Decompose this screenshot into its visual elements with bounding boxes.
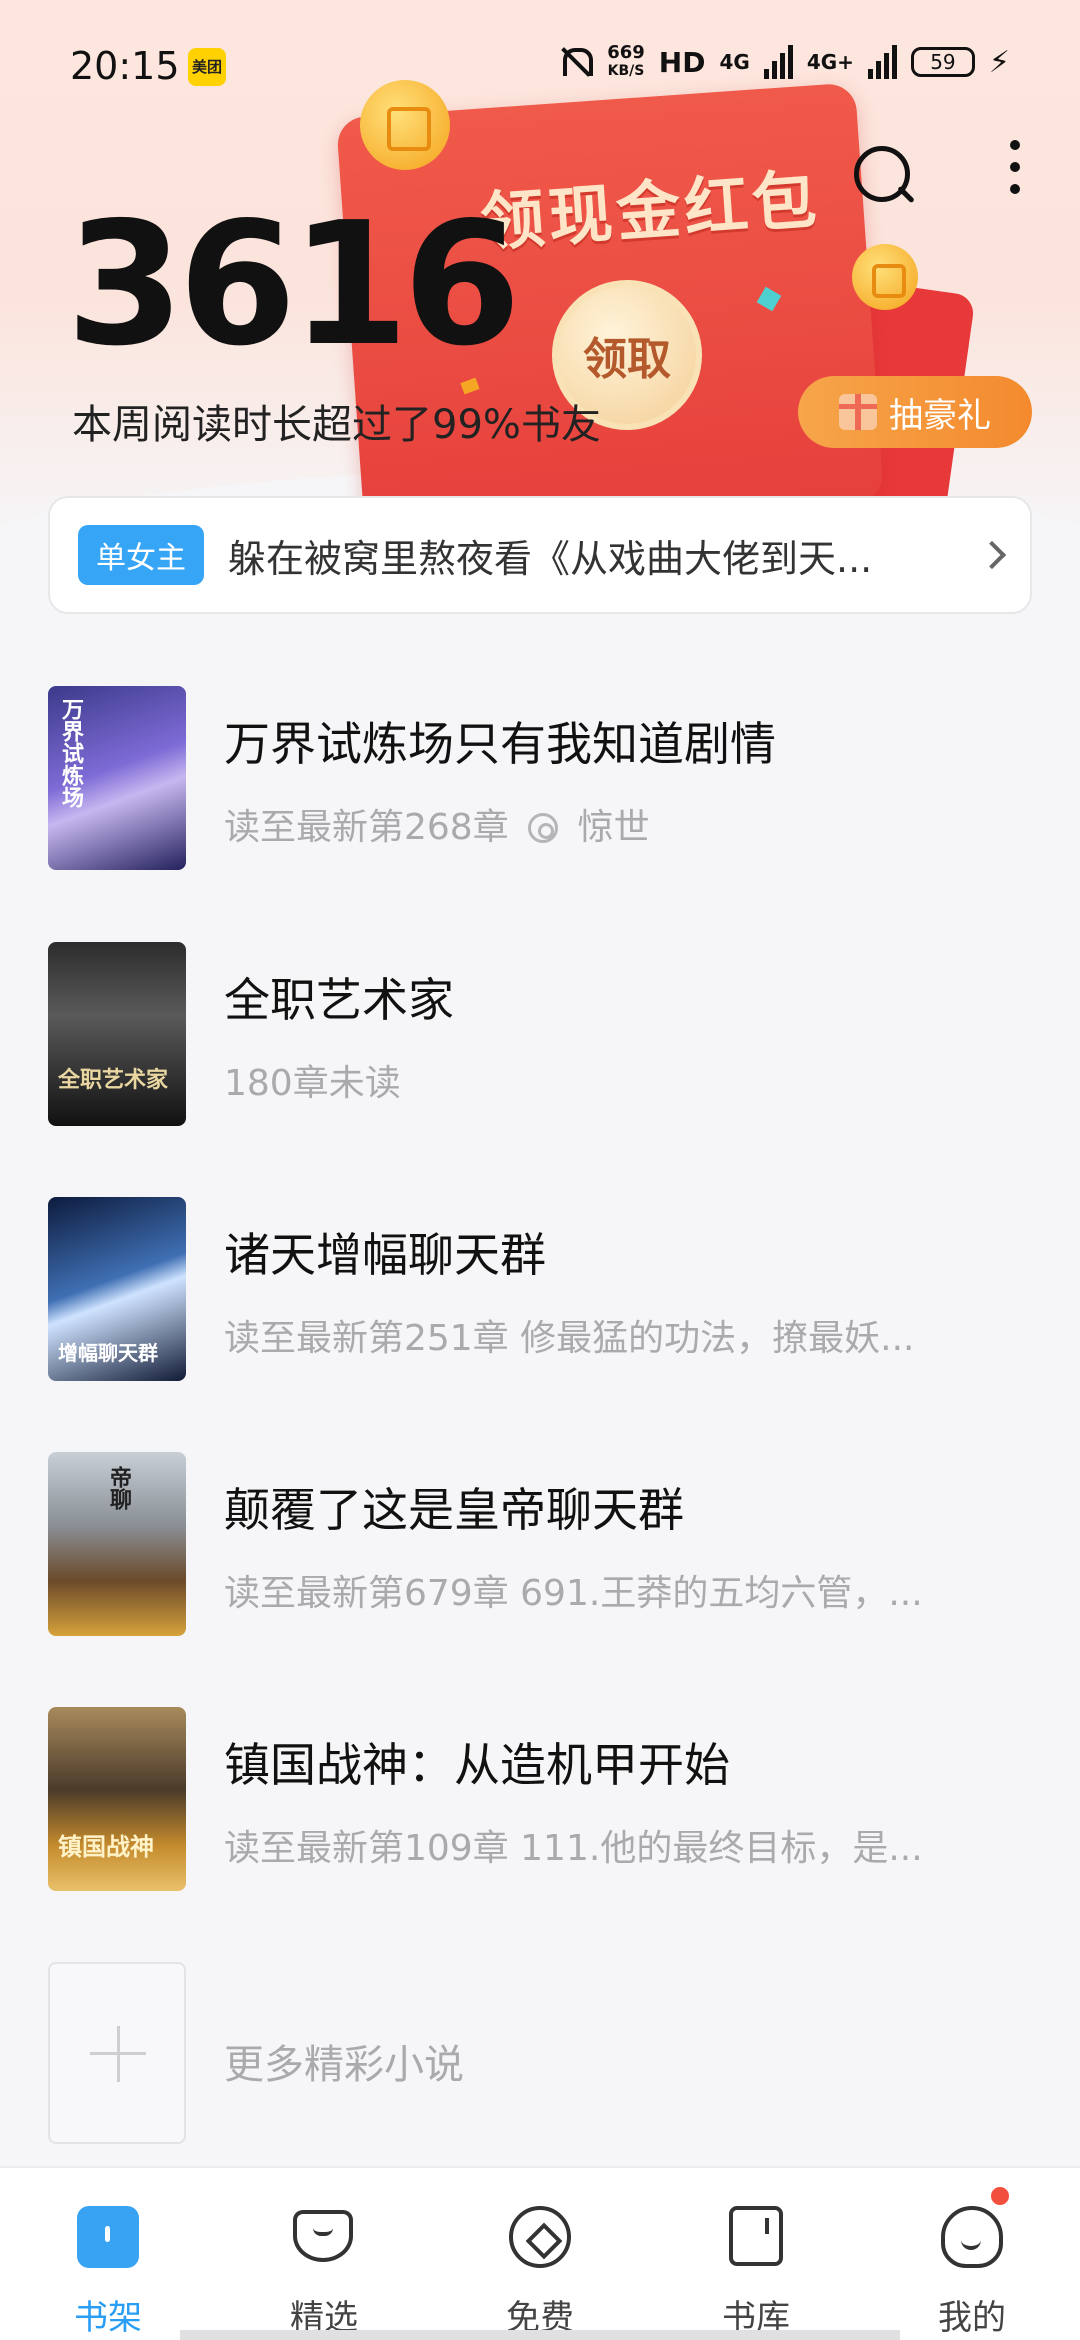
network-type-2: 4G+ <box>806 50 854 74</box>
network-speed-value: 669 <box>607 42 645 63</box>
book-item[interactable]: 镇国战神 镇国战神：从造机甲开始 读至最新第109章 111.他的最终目标，是.… <box>48 1707 1032 1891</box>
signal-icon-2 <box>867 45 897 79</box>
book-progress: 读至最新第251章 修最猛的功法，撩最妖... <box>224 1318 915 1359</box>
add-book-button[interactable] <box>48 1962 186 2144</box>
book-cover[interactable]: 增幅聊天群 <box>48 1197 186 1381</box>
book-title: 万界试炼场只有我知道剧情 <box>224 717 776 771</box>
notification-badge <box>988 2184 1012 2208</box>
lottery-gift-button[interactable]: 抽豪礼 <box>798 376 1032 448</box>
book-title: 颠覆了这是皇帝聊天群 <box>224 1483 684 1537</box>
profile-icon <box>941 2206 1003 2268</box>
chevron-right-icon <box>977 540 1007 570</box>
book-cover[interactable]: 帝聊 <box>48 1452 186 1636</box>
meituan-app-icon: 美团 <box>188 48 226 86</box>
book-item[interactable]: 帝聊 颠覆了这是皇帝聊天群 读至最新第679章 691.王莽的五均六管，... <box>48 1452 1032 1636</box>
network-type-1: 4G <box>719 50 750 74</box>
mute-icon <box>557 42 594 82</box>
charging-icon: ⚡ <box>988 44 1010 80</box>
more-vertical-icon[interactable] <box>998 140 1032 200</box>
book-cover[interactable]: 万界试炼场 <box>48 686 186 870</box>
book-progress: 180章未读 <box>224 1063 401 1104</box>
network-speed: 669 KB/S <box>607 44 645 80</box>
status-time: 20:15 <box>70 44 180 88</box>
reading-rank-description: 本周阅读时长超过了99%书友 <box>72 402 601 448</box>
book-title: 全职艺术家 <box>224 973 454 1027</box>
free-icon <box>509 2206 571 2268</box>
recommendation-banner[interactable]: 单女主 躲在被窝里熬夜看《从戏曲大佬到天... <box>48 496 1032 614</box>
book-item[interactable]: 增幅聊天群 诸天增幅聊天群 读至最新第251章 修最猛的功法，撩最妖... <box>48 1197 1032 1381</box>
book-progress: 读至最新第268章 惊世 <box>224 798 650 850</box>
tab-library[interactable]: 书库 <box>648 2168 864 2340</box>
hd-label: HD <box>658 45 706 79</box>
tab-profile[interactable]: 我的 <box>864 2168 1080 2340</box>
network-speed-unit: KB/S <box>607 63 645 79</box>
book-extra: 惊世 <box>577 807 650 848</box>
tab-bookshelf[interactable]: 书架 <box>0 2168 216 2340</box>
banner-text: 躲在被窝里熬夜看《从戏曲大佬到天... <box>228 536 873 581</box>
cover-title: 万界试炼场 <box>58 698 83 808</box>
search-icon[interactable] <box>848 140 918 210</box>
tab-free[interactable]: 免费 <box>432 2168 648 2340</box>
book-item[interactable]: 万界试炼场 万界试炼场只有我知道剧情 读至最新第268章 惊世 <box>48 686 1032 870</box>
tab-featured[interactable]: 精选 <box>216 2168 432 2340</box>
book-cover[interactable]: 镇国战神 <box>48 1707 186 1891</box>
book-title: 诸天增幅聊天群 <box>224 1228 546 1282</box>
book-progress-text: 读至最新第268章 <box>224 807 509 848</box>
book-cover[interactable]: 全职艺术家 <box>48 942 186 1126</box>
library-icon <box>729 2206 783 2266</box>
diamond-icon <box>293 2210 353 2262</box>
cover-title: 全职艺术家 <box>58 1068 169 1093</box>
cover-title: 增幅聊天群 <box>58 1341 158 1365</box>
cover-title: 镇国战神 <box>58 1833 154 1861</box>
status-indicators: 669 KB/S HD 4G 4G+ 59 ⚡ <box>557 42 1010 82</box>
book-progress: 读至最新第679章 691.王莽的五均六管，... <box>224 1573 923 1614</box>
banner-tag: 单女主 <box>78 525 204 585</box>
signal-icon <box>763 45 793 79</box>
gift-button-label: 抽豪礼 <box>889 395 991 436</box>
coin-icon <box>360 80 450 170</box>
weekly-reading-minutes: 3616 <box>66 186 521 384</box>
coin-icon-small <box>852 244 918 310</box>
bottom-navigation: 书架 精选 免费 书库 我的 <box>0 2166 1080 2340</box>
book-progress: 读至最新第109章 111.他的最终目标，是... <box>224 1828 923 1869</box>
cover-title: 帝聊 <box>106 1466 131 1510</box>
gift-icon <box>839 394 877 430</box>
battery-icon: 59 <box>910 47 975 77</box>
book-title: 镇国战神：从造机甲开始 <box>224 1738 730 1792</box>
gear-icon <box>528 813 559 843</box>
bookshelf-icon <box>77 2206 139 2268</box>
home-indicator <box>180 2330 900 2340</box>
more-books-link[interactable]: 更多精彩小说 <box>224 2032 464 2090</box>
book-item[interactable]: 全职艺术家 全职艺术家 180章未读 <box>48 942 1032 1126</box>
